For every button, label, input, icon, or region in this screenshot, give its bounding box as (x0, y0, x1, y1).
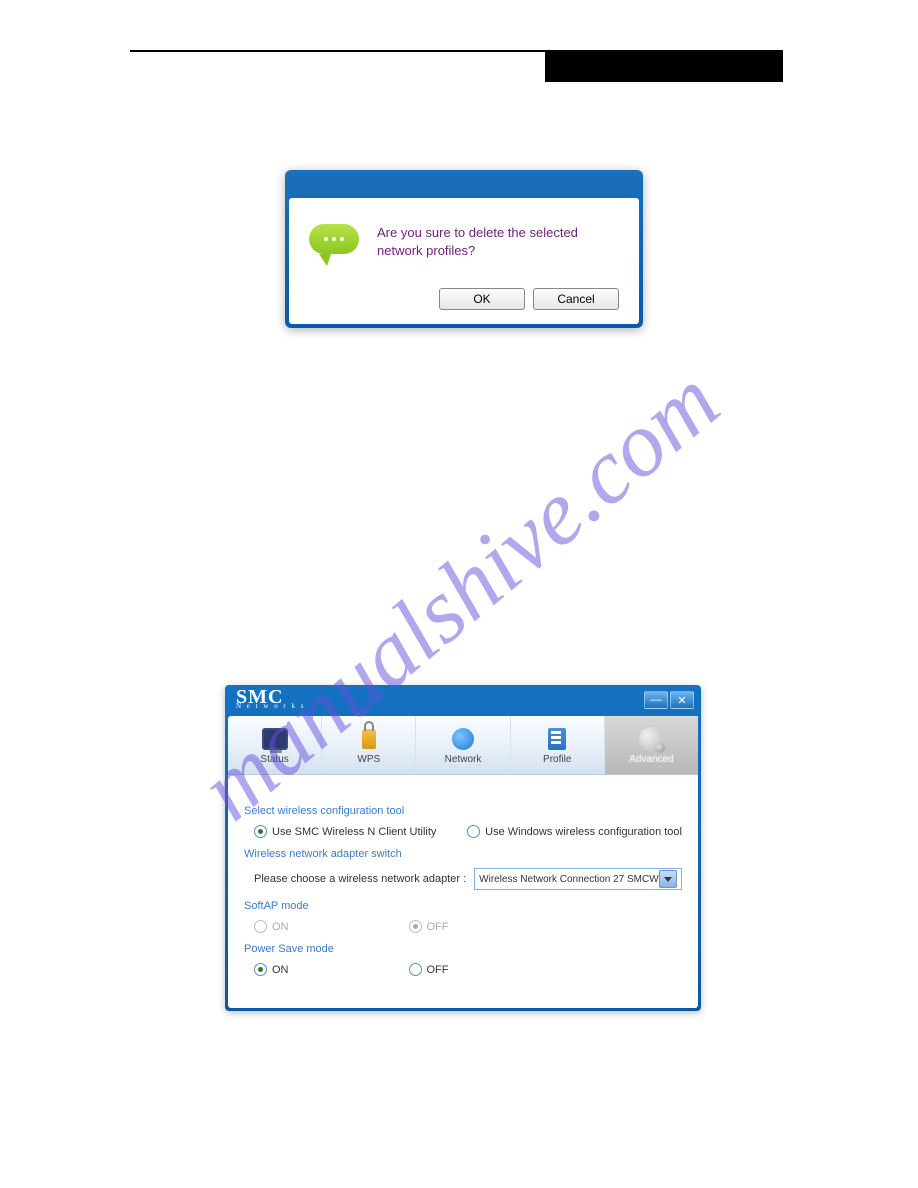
confirm-dialog: Are you sure to delete the selected netw… (285, 170, 643, 328)
tab-status-label: Status (260, 754, 288, 765)
radio-use-smc[interactable]: Use SMC Wireless N Client Utility (254, 825, 436, 838)
tab-wps[interactable]: WPS (322, 716, 416, 774)
radio-softap-on-label: ON (272, 921, 289, 933)
radio-softap-on: ON (254, 920, 289, 933)
confirm-dialog-titlebar[interactable] (289, 174, 639, 198)
cancel-button[interactable]: Cancel (533, 288, 619, 310)
confirm-dialog-content: Are you sure to delete the selected netw… (289, 198, 639, 324)
radio-power-on-label: ON (272, 964, 289, 976)
profile-icon (544, 726, 570, 752)
tab-network[interactable]: Network (416, 716, 510, 774)
smc-logo-sub: N e t w o r k s (236, 702, 305, 710)
close-button[interactable]: ✕ (670, 691, 694, 709)
gears-icon (638, 726, 664, 752)
radio-use-windows[interactable]: Use Windows wireless configuration tool (467, 825, 682, 838)
tab-network-label: Network (445, 754, 482, 765)
adapter-label: Please choose a wireless network adapter… (254, 873, 466, 885)
tab-profile[interactable]: Profile (511, 716, 605, 774)
tab-wps-label: WPS (357, 754, 380, 765)
minimize-button[interactable]: — (644, 691, 668, 709)
advanced-panel: Select wireless configuration tool Use S… (228, 775, 698, 1008)
monitor-icon (262, 726, 288, 752)
tab-toolbar: Status WPS Network Profile Advanced (228, 716, 698, 775)
section-softap: SoftAP mode (244, 900, 682, 912)
radio-power-off[interactable]: OFF (409, 963, 449, 976)
section-power-save: Power Save mode (244, 943, 682, 955)
section-config-tool: Select wireless configuration tool (244, 805, 682, 817)
section-adapter-switch: Wireless network adapter switch (244, 848, 682, 860)
radio-power-on[interactable]: ON (254, 963, 289, 976)
radio-power-off-label: OFF (427, 964, 449, 976)
tab-profile-label: Profile (543, 754, 571, 765)
header-black-box (545, 52, 783, 82)
confirm-message: Are you sure to delete the selected netw… (377, 224, 619, 260)
globe-icon (450, 726, 476, 752)
tab-status[interactable]: Status (228, 716, 322, 774)
window-titlebar[interactable]: SMC N e t w o r k s — ✕ (228, 688, 698, 716)
radio-softap-off-label: OFF (427, 921, 449, 933)
radio-use-smc-label: Use SMC Wireless N Client Utility (272, 826, 436, 838)
tab-advanced[interactable]: Advanced (605, 716, 698, 774)
ok-button[interactable]: OK (439, 288, 525, 310)
tab-advanced-label: Advanced (629, 754, 673, 765)
radio-use-windows-label: Use Windows wireless configuration tool (485, 826, 682, 838)
adapter-select-value: Wireless Network Connection 27 SMCWPCI-N… (479, 874, 659, 885)
speech-bubble-icon (309, 224, 359, 260)
lock-icon (356, 726, 382, 752)
chevron-down-icon (659, 870, 677, 888)
smc-logo: SMC N e t w o r k s (236, 690, 305, 710)
adapter-select[interactable]: Wireless Network Connection 27 SMCWPCI-N… (474, 868, 682, 890)
radio-softap-off: OFF (409, 920, 449, 933)
smc-utility-window: SMC N e t w o r k s — ✕ Status WPS Netwo… (225, 685, 701, 1011)
